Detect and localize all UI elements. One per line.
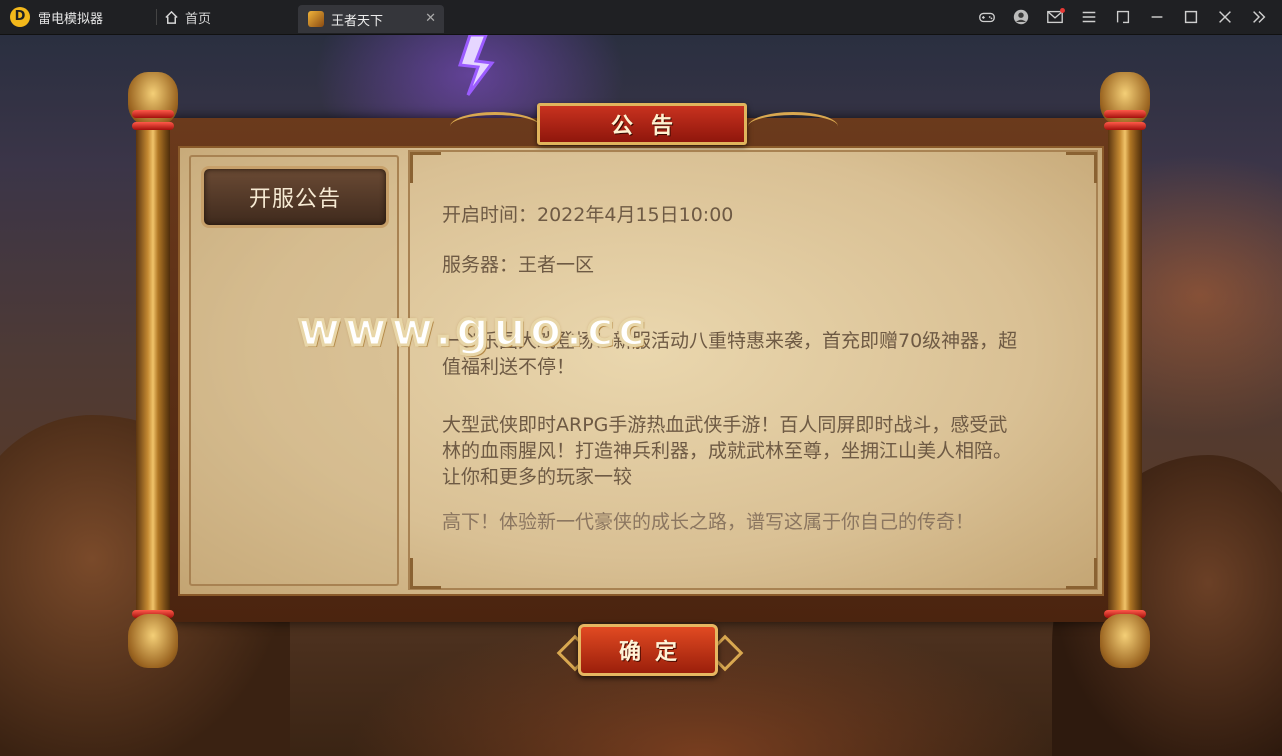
corner-ornament — [410, 152, 441, 183]
confirm-button-label: 确定 — [618, 639, 691, 665]
rod-cap-bottom — [128, 614, 178, 668]
intro-paragraph: 大型武侠即时ARPG手游热血武侠手游！百人同屏即时战斗，感受武林的血雨腥风！打造… — [442, 414, 1013, 488]
rod-band — [132, 110, 174, 118]
tab-home-label: 首页 — [185, 11, 212, 27]
app-brand: D 雷电模拟器 — [10, 7, 103, 27]
corner-ornament — [1066, 558, 1097, 589]
dialog-title-banner: 公告 — [537, 103, 747, 145]
tab-game-label: 王者天下 — [331, 13, 384, 29]
tab-divider — [156, 9, 157, 25]
open-time-text: 开启时间：2022年4月15日10:00 — [442, 204, 734, 226]
dialog-title: 公告 — [610, 113, 691, 139]
notification-dot — [1060, 8, 1065, 13]
mail-icon[interactable] — [1044, 6, 1066, 28]
watermark: www.guo.cc — [296, 301, 650, 358]
tab-game[interactable]: 王者天下 ✕ — [298, 5, 444, 33]
rod-band — [132, 122, 174, 130]
server-text: 服务器：王者一区 — [442, 254, 595, 276]
app-name: 雷电模拟器 — [38, 11, 104, 27]
user-icon[interactable] — [1010, 6, 1032, 28]
minimize-icon[interactable] — [1146, 6, 1168, 28]
tab-server-announcement[interactable]: 开服公告 — [201, 166, 389, 228]
tab-server-announcement-label: 开服公告 — [248, 187, 341, 212]
banner-ornament-left — [450, 112, 540, 141]
rod-cap-bottom — [1100, 614, 1150, 668]
window-controls — [976, 6, 1270, 28]
maximize-icon[interactable] — [1180, 6, 1202, 28]
banner-ornament-right — [748, 112, 838, 141]
rod-band — [1104, 110, 1146, 118]
corner-ornament — [1066, 152, 1097, 183]
close-icon[interactable] — [1214, 6, 1236, 28]
rod-band — [1104, 122, 1146, 130]
confirm-button[interactable]: 确定 — [578, 624, 718, 676]
app-logo-icon: D — [10, 7, 30, 27]
title-bar: D 雷电模拟器 首页 王者天下 ✕ — [0, 0, 1282, 35]
home-icon — [165, 10, 178, 24]
scroll-rod-right — [1100, 72, 1150, 668]
tab-home[interactable]: 首页 — [164, 6, 211, 28]
game-icon — [308, 11, 324, 27]
corner-ornament — [410, 558, 441, 589]
tab-close-icon[interactable]: ✕ — [425, 11, 436, 27]
gamepad-icon[interactable] — [976, 6, 998, 28]
scroll-rod-left — [128, 72, 178, 668]
collapse-sidebar-icon[interactable] — [1248, 6, 1270, 28]
intro-paragraph-continued: 高下！体验新一代豪侠的成长之路，谱写这属于你自己的传奇！ — [442, 511, 975, 533]
resize-icon[interactable] — [1112, 6, 1134, 28]
menu-icon[interactable] — [1078, 6, 1100, 28]
